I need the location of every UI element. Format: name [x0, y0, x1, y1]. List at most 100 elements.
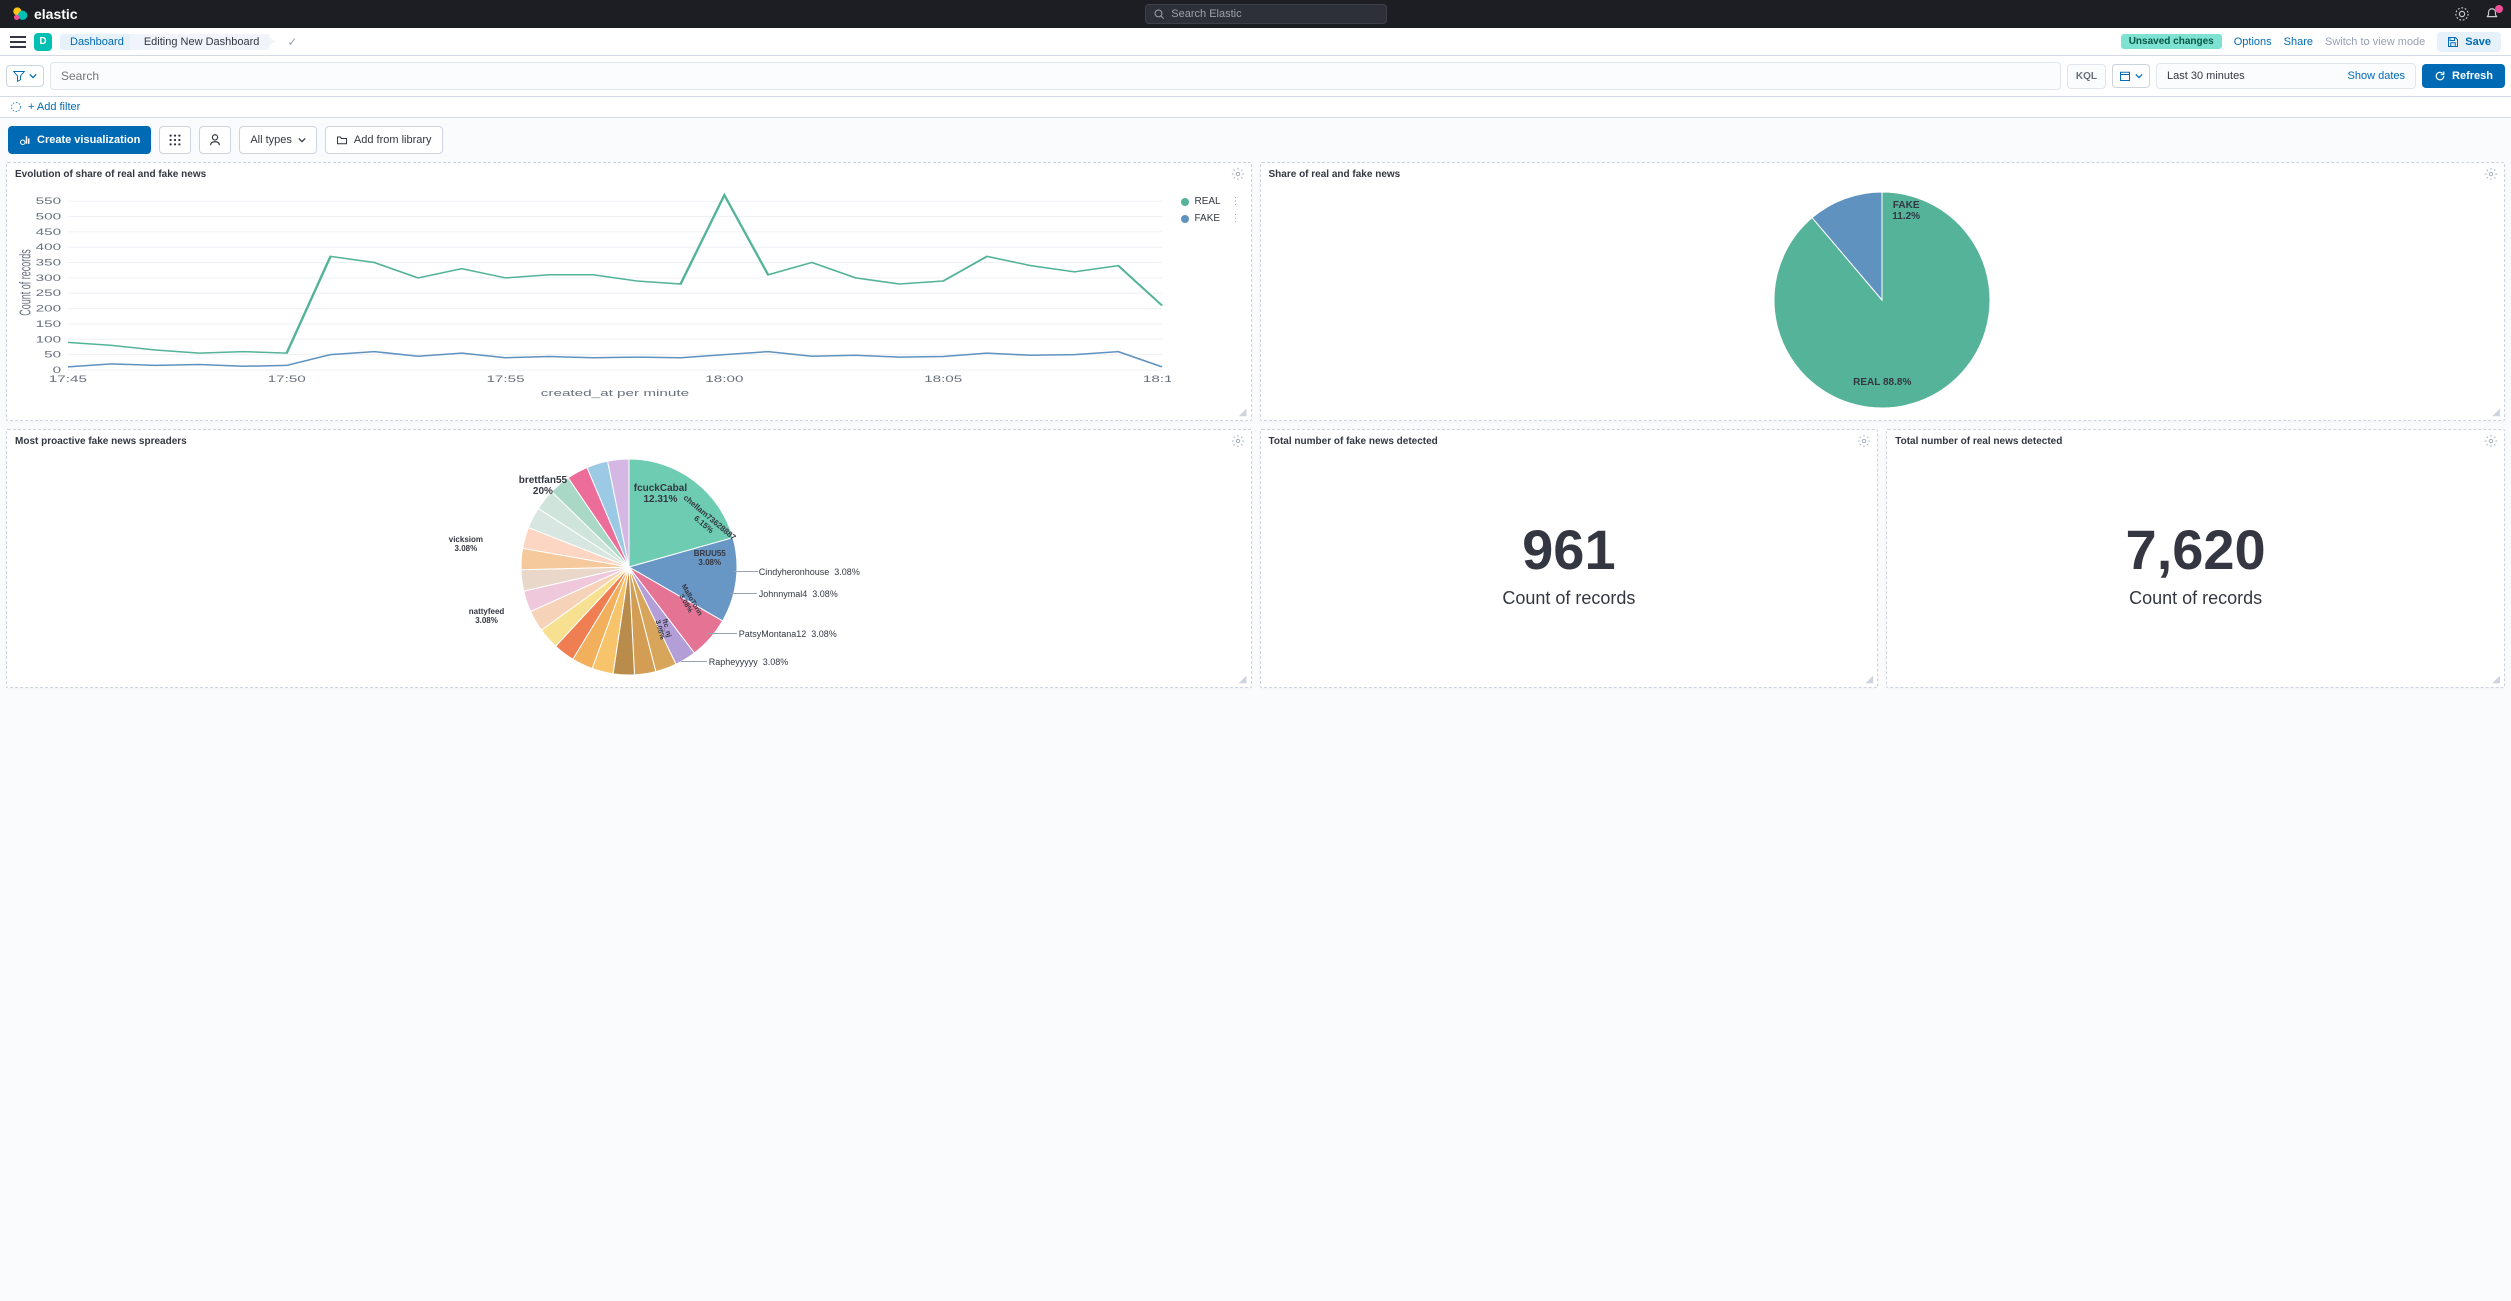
add-filter-link[interactable]: + Add filter [28, 101, 80, 113]
panel-fake-count[interactable]: Total number of fake news detected 961 C… [1260, 429, 1879, 688]
filter-bar: + Add filter [0, 97, 2511, 118]
controls-button[interactable] [159, 126, 191, 154]
svg-text:200: 200 [36, 304, 61, 314]
show-dates-link[interactable]: Show dates [2348, 70, 2405, 82]
slice-label-bruu: BRUU553.08% [694, 549, 726, 567]
metric-value: 961 [1522, 517, 1615, 582]
all-types-button[interactable]: All types [239, 126, 317, 154]
add-text-button[interactable] [199, 126, 231, 154]
slice-label-natty: nattyfeed3.08% [469, 607, 505, 625]
filter-outline-icon [10, 101, 22, 113]
legend-fake[interactable]: FAKE⋮ [1181, 213, 1241, 224]
ext-label-raphe: Rapheyyyyy 3.08% [709, 657, 789, 667]
svg-text:550: 550 [36, 196, 61, 206]
sub-header: D Dashboard Editing New Dashboard ✓ Unsa… [0, 28, 2511, 56]
panel-spreaders[interactable]: Most proactive fake news spreaders brett… [6, 429, 1252, 688]
query-input[interactable] [50, 62, 2061, 90]
space-avatar[interactable]: D [34, 33, 52, 51]
filter-menu-button[interactable] [6, 65, 44, 87]
line-chart: 05010015020025030035040045050055017:4517… [17, 190, 1171, 400]
legend-real[interactable]: REAL⋮ [1181, 196, 1241, 207]
date-range-display[interactable]: Last 30 minutes Show dates [2156, 63, 2416, 89]
global-header: elastic Search Elastic [0, 0, 2511, 28]
svg-text:250: 250 [36, 288, 61, 298]
save-button[interactable]: Save [2437, 32, 2501, 52]
panel-evolution[interactable]: Evolution of share of real and fake news… [6, 162, 1252, 421]
options-link[interactable]: Options [2234, 36, 2272, 48]
nav-toggle-button[interactable] [10, 34, 26, 50]
resize-handle[interactable]: ◢ [2492, 407, 2500, 418]
breadcrumb-editing[interactable]: Editing New Dashboard [130, 34, 270, 50]
svg-text:450: 450 [36, 227, 61, 237]
filter-icon [13, 70, 25, 82]
all-types-label: All types [250, 134, 292, 146]
pie-label-fake: FAKE11.2% [1892, 200, 1920, 222]
resize-handle[interactable]: ◢ [1239, 674, 1247, 685]
breadcrumb-dashboard[interactable]: Dashboard [60, 34, 134, 50]
svg-text:500: 500 [36, 212, 61, 222]
grid-icon [168, 133, 182, 147]
metric-value: 7,620 [2126, 517, 2266, 582]
gear-icon[interactable] [1231, 434, 1245, 448]
create-visualization-button[interactable]: Create visualization [8, 126, 151, 154]
panel-title: Total number of fake news detected [1261, 430, 1878, 453]
gear-icon[interactable] [2484, 167, 2498, 181]
chevron-down-icon [29, 72, 37, 80]
chevron-down-icon [298, 136, 306, 144]
svg-text:18:10: 18:10 [1143, 374, 1171, 384]
svg-text:17:45: 17:45 [49, 374, 87, 384]
ext-label-patsy: PatsyMontana12 3.08% [739, 629, 837, 639]
resize-handle[interactable]: ◢ [1239, 407, 1247, 418]
newsfeed-icon[interactable] [2485, 7, 2499, 21]
panel-title: Share of real and fake news [1261, 163, 2505, 186]
share-link[interactable]: Share [2284, 36, 2313, 48]
date-range-text: Last 30 minutes [2167, 70, 2245, 82]
kql-toggle[interactable]: KQL [2067, 64, 2106, 89]
help-icon[interactable] [2455, 7, 2469, 21]
svg-text:400: 400 [36, 242, 61, 252]
svg-text:17:50: 17:50 [268, 374, 306, 384]
line-legend: REAL⋮ FAKE⋮ [1181, 190, 1241, 400]
chevron-down-icon [2135, 72, 2143, 80]
svg-text:18:00: 18:00 [705, 374, 743, 384]
create-viz-label: Create visualization [37, 134, 140, 146]
switch-view-link: Switch to view mode [2325, 36, 2425, 48]
svg-text:50: 50 [44, 350, 61, 360]
search-icon [1154, 9, 1165, 20]
ext-label-cindy: Cindyheronhouse 3.08% [759, 567, 860, 577]
brand-text: elastic [34, 6, 78, 22]
svg-text:350: 350 [36, 258, 61, 268]
ext-label-johnny: Johnnymal4 3.08% [759, 589, 838, 599]
resize-handle[interactable]: ◢ [2492, 674, 2500, 685]
metric-label: Count of records [1502, 588, 1635, 609]
check-icon[interactable]: ✓ [287, 35, 297, 49]
pie-label-real: REAL 88.8% [1853, 377, 1911, 388]
panel-title: Total number of real news detected [1887, 430, 2504, 453]
folder-icon [336, 134, 348, 146]
add-from-library-button[interactable]: Add from library [325, 126, 443, 154]
refresh-button[interactable]: Refresh [2422, 64, 2505, 88]
slice-label-vicks: vicksiom3.08% [449, 535, 483, 553]
dashboard-grid: Evolution of share of real and fake news… [0, 162, 2511, 698]
breadcrumb: Dashboard Editing New Dashboard [60, 34, 269, 50]
date-quick-button[interactable] [2112, 64, 2150, 88]
gear-icon[interactable] [2484, 434, 2498, 448]
panel-title: Most proactive fake news spreaders [7, 430, 1251, 453]
gear-icon[interactable] [1857, 434, 1871, 448]
svg-text:Count of records: Count of records [17, 249, 34, 315]
query-bar: KQL Last 30 minutes Show dates Refresh [0, 56, 2511, 97]
resize-handle[interactable]: ◢ [1866, 674, 1874, 685]
gear-icon[interactable] [1231, 167, 1245, 181]
metric-label: Count of records [2129, 588, 2262, 609]
calendar-icon [2119, 70, 2131, 82]
elastic-logo[interactable]: elastic [12, 6, 78, 22]
panel-title: Evolution of share of real and fake news [7, 163, 1251, 186]
panel-share[interactable]: Share of real and fake news FAKE11.2% RE… [1260, 162, 2506, 421]
svg-text:300: 300 [36, 273, 61, 283]
save-label: Save [2465, 36, 2491, 48]
notification-dot [2495, 5, 2503, 13]
global-search-input[interactable]: Search Elastic [1145, 4, 1387, 24]
panel-real-count[interactable]: Total number of real news detected 7,620… [1886, 429, 2505, 688]
svg-text:150: 150 [36, 319, 61, 329]
svg-text:17:55: 17:55 [486, 374, 524, 384]
